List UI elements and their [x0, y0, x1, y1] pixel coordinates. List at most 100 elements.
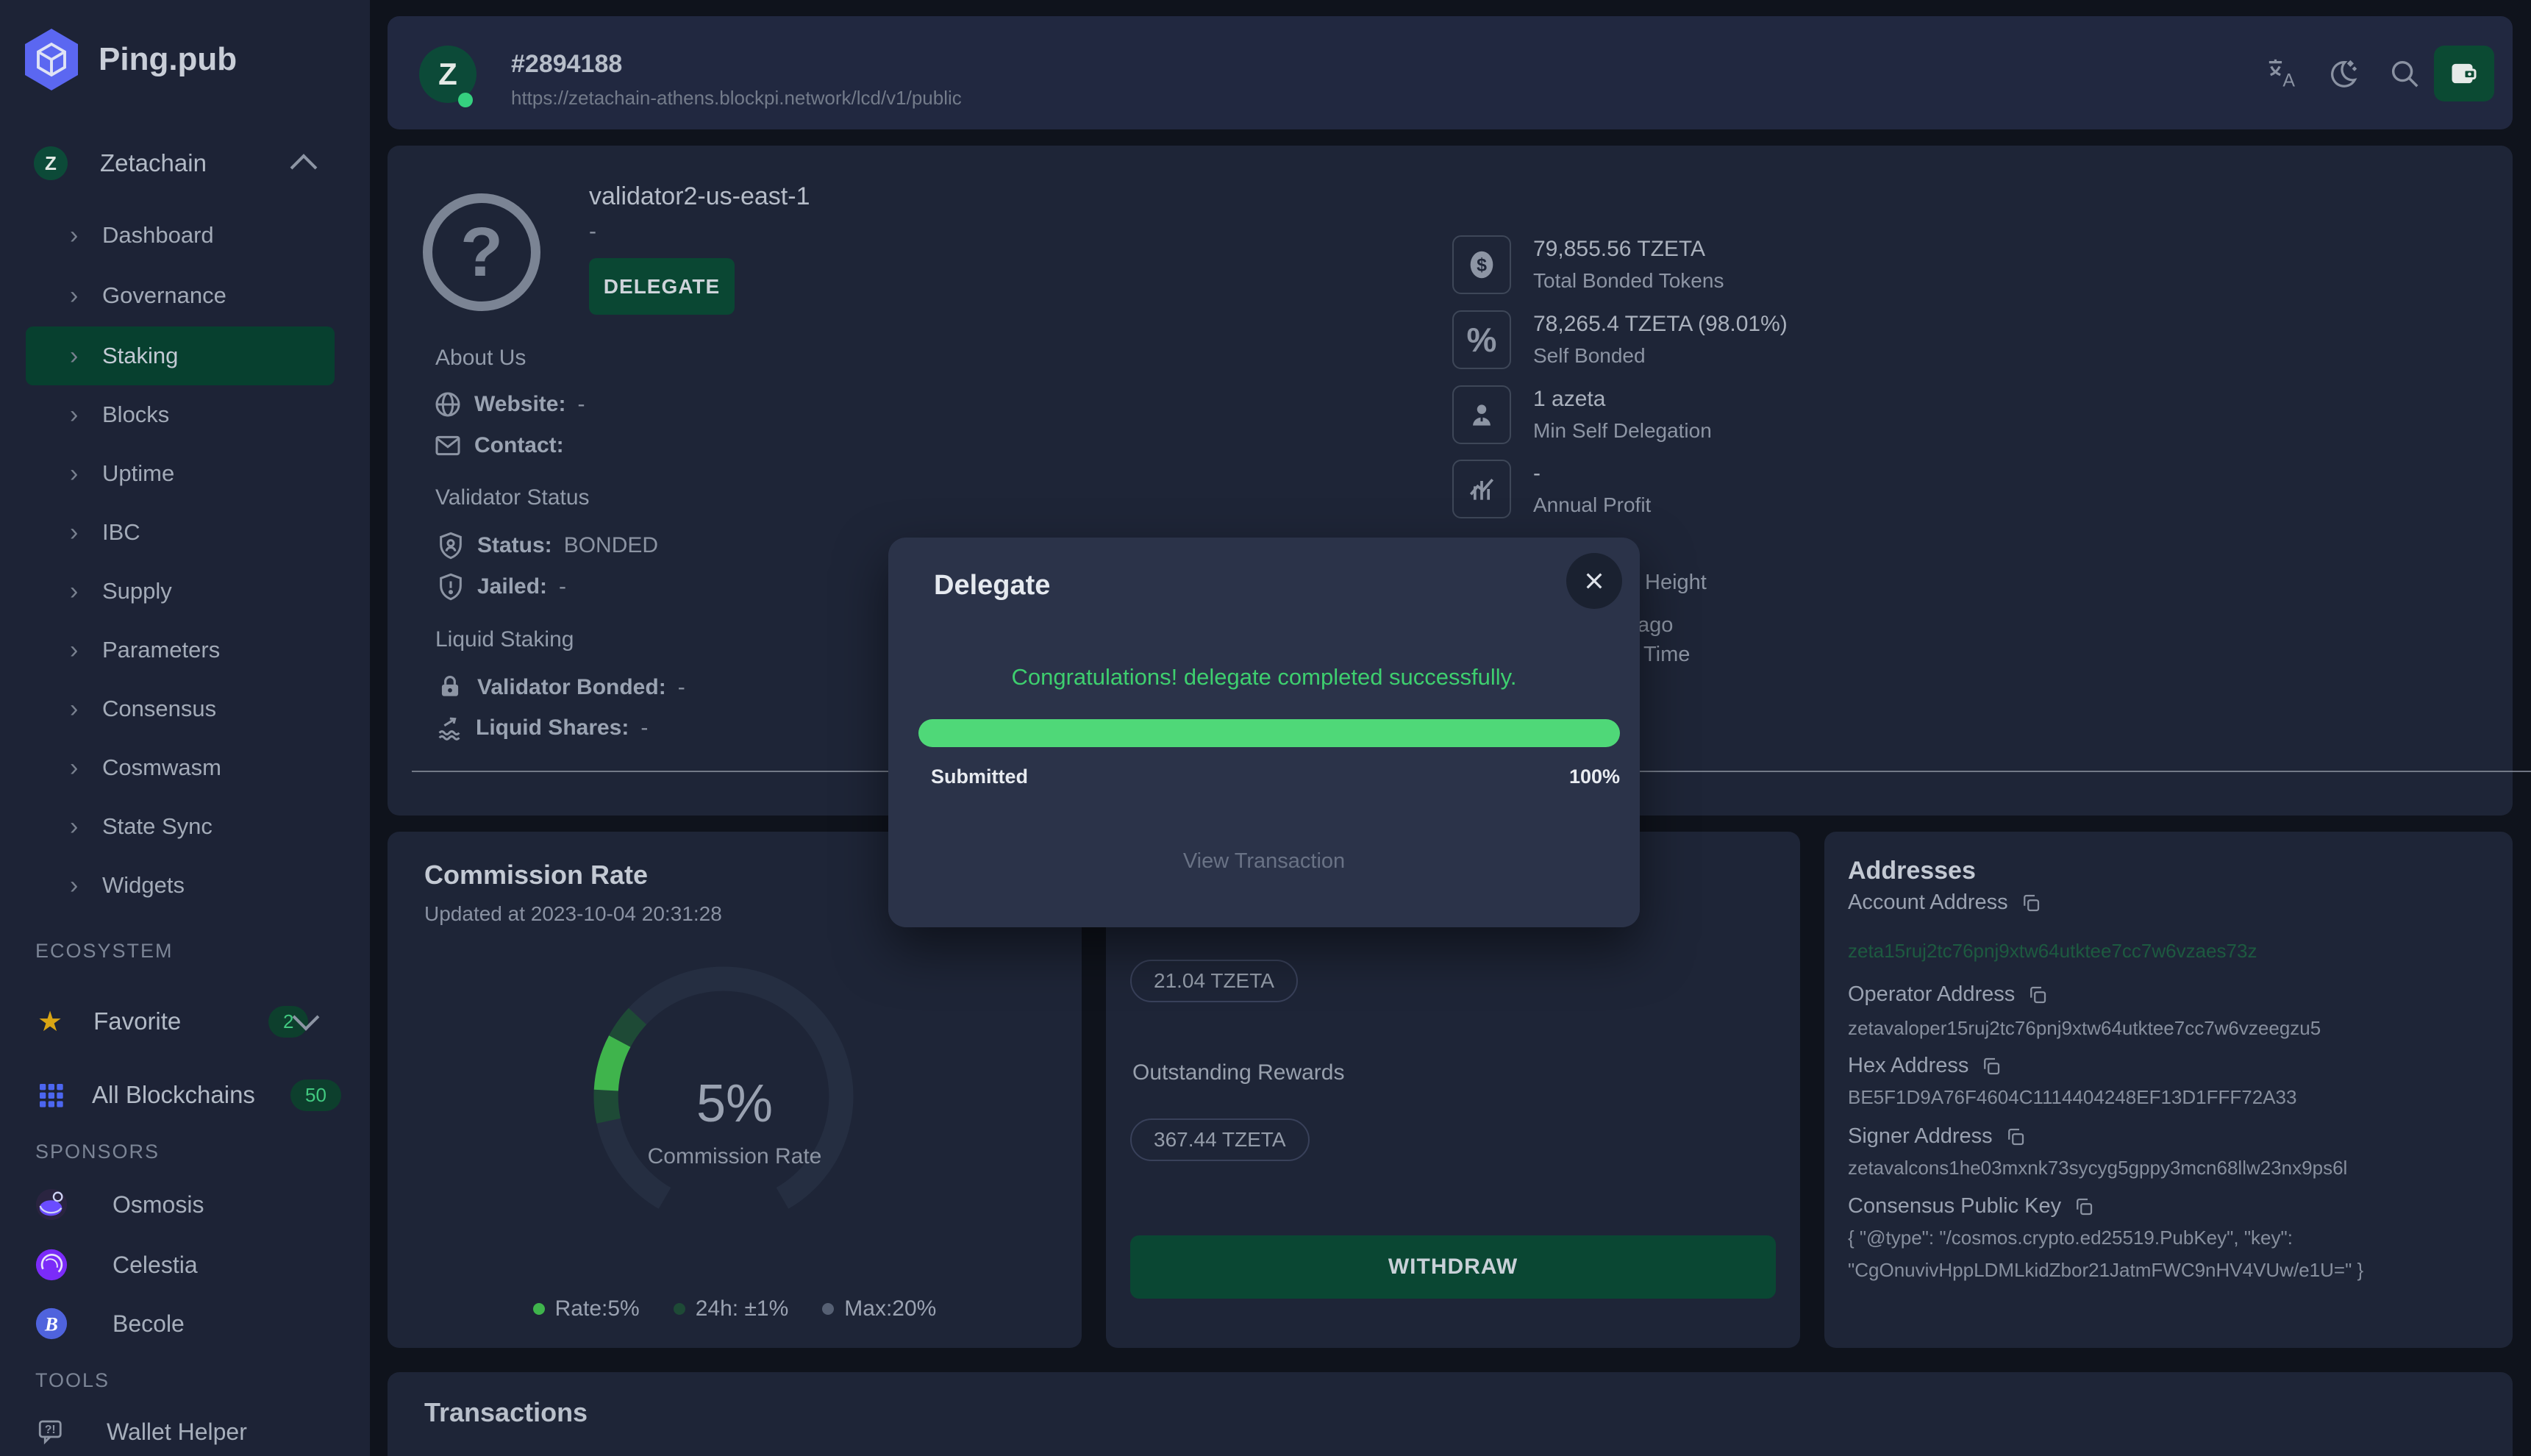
outstanding-rewards-label: Outstanding Rewards [1132, 1060, 1345, 1085]
sidebar-item-consensus[interactable]: › Consensus [26, 679, 335, 738]
block-height[interactable]: #2894188 [511, 50, 622, 79]
commission-title: Commission Rate [424, 860, 648, 891]
sidebar-item-staking[interactable]: › Staking [26, 326, 335, 385]
chevron-right-icon: › [70, 342, 99, 371]
section-sponsors: SPONSORS [35, 1141, 160, 1163]
sidebar-item-governance[interactable]: › Governance [26, 266, 335, 325]
lock-icon [436, 673, 465, 702]
person-icon [1452, 385, 1511, 444]
hex-address-value: BE5F1D9A76F4604C1114404248EF13D1FFF72A33 [1848, 1081, 2495, 1113]
sidebar-item-celestia[interactable]: Celestia [26, 1235, 342, 1294]
sidebar-item-supply[interactable]: › Supply [26, 562, 335, 621]
sidebar-item-parameters[interactable]: › Parameters [26, 621, 335, 679]
modal-title: Delegate [934, 570, 1050, 602]
consensus-pubkey-label: Consensus Public Key [1848, 1194, 2095, 1218]
consensus-pubkey-value: { "@type": "/cosmos.crypto.ed25519.PubKe… [1848, 1221, 2495, 1286]
copy-icon[interactable] [2073, 1196, 2095, 1218]
liquid-shares-row: Liquid Shares: - [435, 713, 648, 743]
brand: Ping.pub [21, 26, 344, 93]
translate-icon[interactable]: A [2266, 57, 2300, 90]
all-blockchains-count-badge: 50 [290, 1079, 341, 1111]
status-row: Status: BONDED [436, 531, 658, 560]
sidebar-item-uptime[interactable]: › Uptime [26, 444, 335, 503]
svg-text:$: $ [1477, 255, 1487, 276]
ago-value-fragment: ago [1638, 613, 1673, 638]
wallet-icon [2449, 59, 2479, 88]
copy-icon[interactable] [2027, 984, 2049, 1006]
stat-total-bonded: $ 79,855.56 TZETA Total Bonded Tokens [1452, 235, 1724, 294]
addresses-card: Addresses Account Address zeta15ruj2tc76… [1824, 832, 2513, 1348]
chevron-right-icon: › [70, 221, 99, 250]
coin-dollar-icon: $ [1452, 235, 1511, 294]
copy-icon[interactable] [2020, 892, 2042, 914]
change-dot-icon [674, 1303, 685, 1315]
waves-arrow-icon [435, 713, 464, 743]
validator-status-heading: Validator Status [435, 485, 590, 510]
commission-amount-pill: 21.04 TZETA [1130, 960, 1298, 1002]
percent-icon: % [1452, 310, 1511, 369]
transactions-title: Transactions [424, 1397, 588, 1428]
close-icon [1582, 569, 1606, 593]
sidebar-item-wallet-helper[interactable]: ?! Wallet Helper [26, 1406, 342, 1456]
gauge-label: Commission Rate [388, 1144, 1082, 1169]
search-icon[interactable] [2388, 57, 2421, 90]
website-row: Website: - [433, 390, 585, 419]
sidebar-item-becole[interactable]: B Becole [26, 1294, 342, 1353]
liquid-shares-value: - [640, 715, 648, 741]
validator-avatar: ? [423, 193, 540, 311]
time-label-fragment: Time [1643, 643, 1690, 667]
dark-mode-moon-icon[interactable] [2327, 57, 2360, 90]
sidebar-item-dashboard[interactable]: › Dashboard [26, 206, 335, 265]
account-address-label: Account Address [1848, 891, 2042, 915]
celestia-icon [35, 1248, 68, 1282]
progress-percent: 100% [888, 766, 1620, 788]
chevron-right-icon: › [70, 577, 99, 606]
close-button[interactable] [1566, 553, 1622, 609]
chain-selector[interactable]: Z Zetachain [22, 134, 346, 193]
delegate-button[interactable]: DELEGATE [589, 258, 735, 315]
chevron-right-icon: › [70, 518, 99, 547]
validator-bonded-value: - [678, 675, 685, 700]
chevron-right-icon: › [70, 636, 99, 665]
copy-icon[interactable] [2005, 1126, 2027, 1148]
chat-help-icon: ?! [36, 1416, 67, 1447]
section-tools: TOOLS [35, 1369, 110, 1392]
chevron-right-icon: › [70, 871, 99, 900]
sidebar-item-blocks[interactable]: › Blocks [26, 385, 335, 444]
legend-max: Max:20% [822, 1296, 936, 1321]
about-heading: About Us [435, 346, 526, 371]
wallet-button[interactable] [2434, 46, 2494, 101]
status-online-dot [458, 93, 473, 107]
height-label-fragment: Height [1645, 571, 1707, 595]
sidebar-item-favorite[interactable]: ★ Favorite 2 [26, 991, 342, 1052]
topbar: Z #2894188 https://zetachain-athens.bloc… [388, 16, 2513, 129]
delegate-modal: Delegate Congratulations! delegate compl… [888, 538, 1640, 927]
account-address-value[interactable]: zeta15ruj2tc76pnj9xtw64utktee7cc7w6vzaes… [1848, 935, 2495, 967]
sidebar-item-state-sync[interactable]: › State Sync [26, 797, 335, 856]
operator-address-label: Operator Address [1848, 982, 2049, 1007]
pingpub-logo-icon [21, 26, 82, 93]
validator-name: validator2-us-east-1 [589, 182, 810, 211]
liquid-staking-heading: Liquid Staking [435, 627, 574, 652]
svg-text:B: B [44, 1313, 58, 1335]
validator-bonded-row: Validator Bonded: - [436, 673, 685, 702]
sidebar-item-ibc[interactable]: › IBC [26, 503, 335, 562]
sidebar-item-osmosis[interactable]: Osmosis [26, 1175, 342, 1234]
grid-icon [36, 1080, 65, 1110]
svg-text:?!: ?! [45, 1424, 56, 1436]
status-badge: BONDED [564, 533, 658, 558]
sidebar-item-cosmwasm[interactable]: › Cosmwasm [26, 738, 335, 797]
sidebar-item-widgets[interactable]: › Widgets [26, 856, 335, 915]
view-transaction-link[interactable]: View Transaction [888, 849, 1640, 874]
outstanding-amount-pill: 367.44 TZETA [1130, 1118, 1310, 1161]
contact-row: Contact: [433, 431, 564, 460]
copy-icon[interactable] [1980, 1055, 2002, 1077]
withdraw-button[interactable]: WITHDRAW [1130, 1235, 1776, 1299]
website-value: - [577, 392, 585, 417]
chevron-right-icon: › [70, 754, 99, 782]
chevron-up-icon [290, 154, 318, 181]
chevron-right-icon: › [70, 695, 99, 724]
legend-24h: 24h: ±1% [674, 1296, 789, 1321]
progress-bar [918, 719, 1620, 747]
sidebar-item-all-blockchains[interactable]: All Blockchains 50 [26, 1064, 342, 1126]
